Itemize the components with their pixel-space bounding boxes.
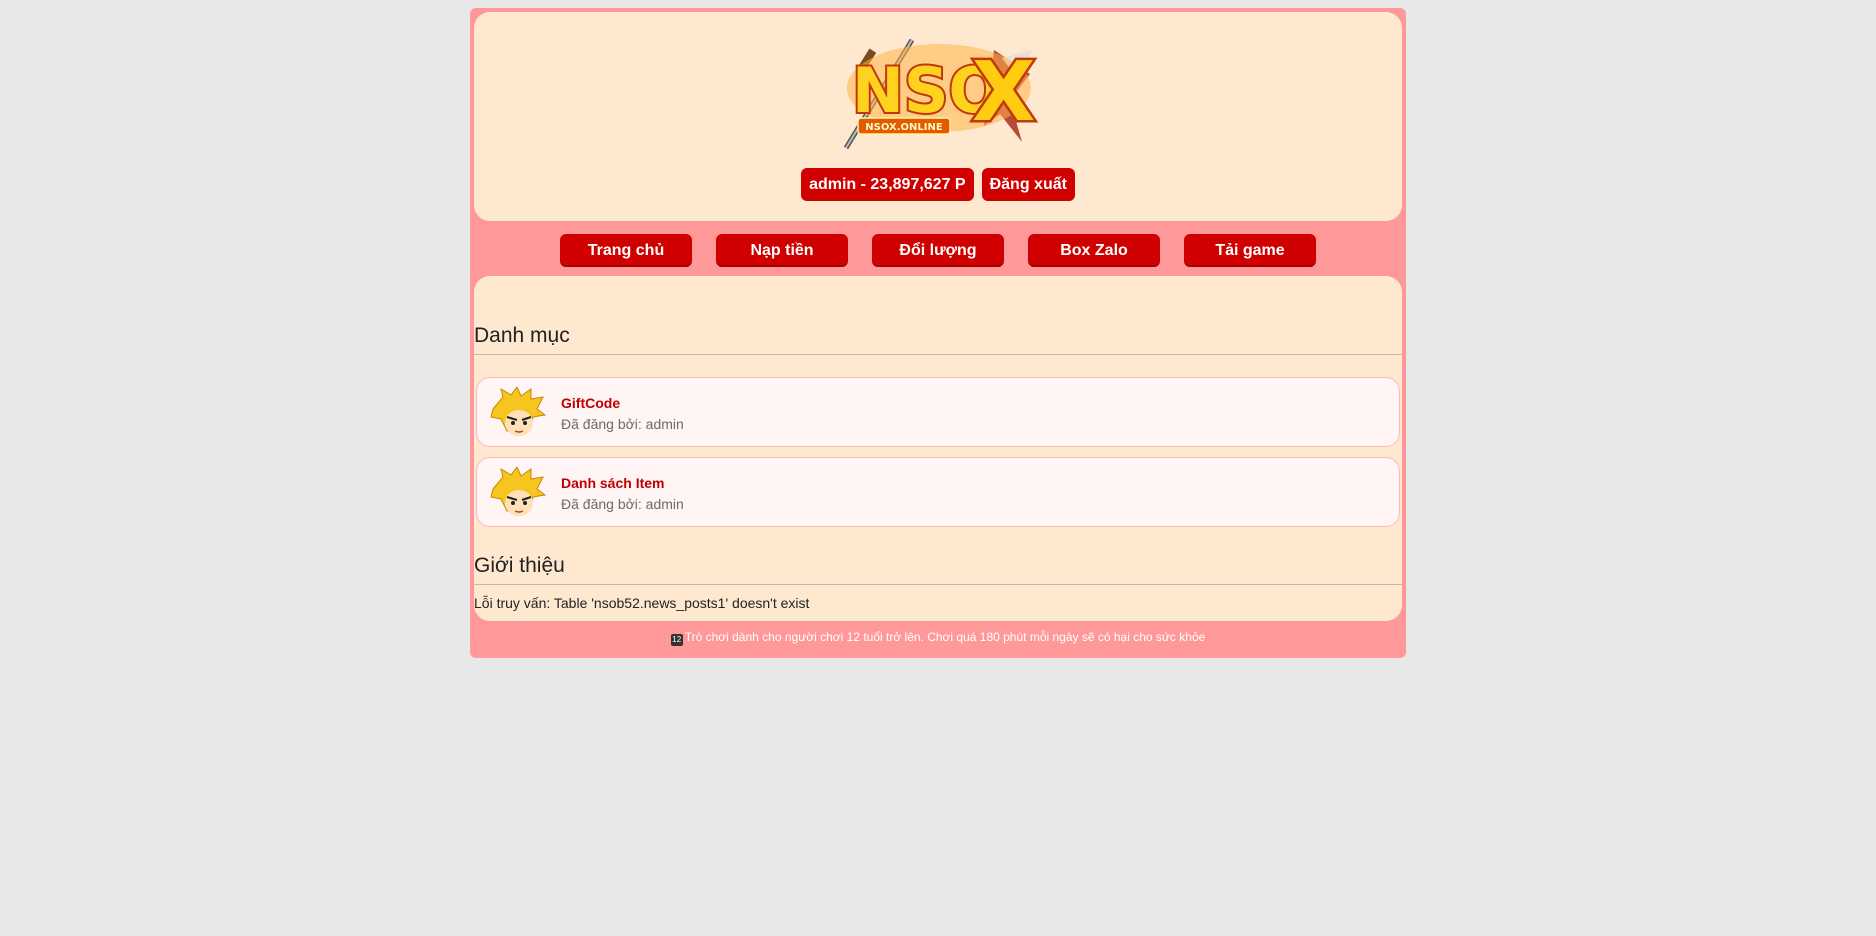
logout-button[interactable]: Đăng xuất: [981, 168, 1075, 201]
user-bar: admin - 23,897,627 P Đăng xuất: [474, 168, 1402, 201]
main-nav: Trang chủ Nạp tiền Đổi lượng Box Zalo Tả…: [470, 234, 1406, 267]
nav-topup-button[interactable]: Nạp tiền: [716, 234, 848, 267]
category-title[interactable]: GiftCode: [561, 395, 620, 411]
nav-home-button[interactable]: Trang chủ: [560, 234, 692, 267]
avatar-icon: [490, 387, 547, 436]
query-error-text: Lỗi truy vấn: Table 'nsob52.news_posts1'…: [474, 595, 810, 611]
nsox-logo[interactable]: NSO X NSOX.ONLINE: [834, 30, 1044, 150]
categories-heading: Danh mục: [474, 324, 1402, 355]
footer-text: Trò chơi dành cho người chơi 12 tuổi trở…: [684, 630, 1206, 644]
age-rating-icon: 12: [670, 634, 683, 646]
user-balance-badge[interactable]: admin - 23,897,627 P: [801, 168, 974, 201]
logo-subtext: NSOX.ONLINE: [865, 122, 943, 133]
main-content: Danh mục GiftCode Đã đăng bởi: admin Dan…: [474, 276, 1402, 621]
nav-exchange-button[interactable]: Đổi lượng: [872, 234, 1004, 267]
site-header: NSO X NSOX.ONLINE admin - 23,897,627 P Đ…: [474, 12, 1402, 221]
svg-text:X: X: [972, 45, 1035, 140]
nav-download-button[interactable]: Tải game: [1184, 234, 1316, 267]
category-title[interactable]: Danh sách Item: [561, 475, 664, 491]
intro-heading: Giới thiệu: [474, 554, 1402, 585]
page-frame: NSO X NSOX.ONLINE admin - 23,897,627 P Đ…: [470, 8, 1406, 658]
avatar-icon: [490, 467, 547, 516]
category-item-item-list[interactable]: Danh sách Item Đã đăng bởi: admin: [476, 457, 1400, 527]
category-meta: Đã đăng bởi: admin: [561, 496, 684, 512]
footer-notice: 12 Trò chơi dành cho người chơi 12 tuổi t…: [470, 630, 1406, 646]
category-meta: Đã đăng bởi: admin: [561, 416, 684, 432]
nav-zalo-button[interactable]: Box Zalo: [1028, 234, 1160, 267]
category-item-giftcode[interactable]: GiftCode Đã đăng bởi: admin: [476, 377, 1400, 447]
